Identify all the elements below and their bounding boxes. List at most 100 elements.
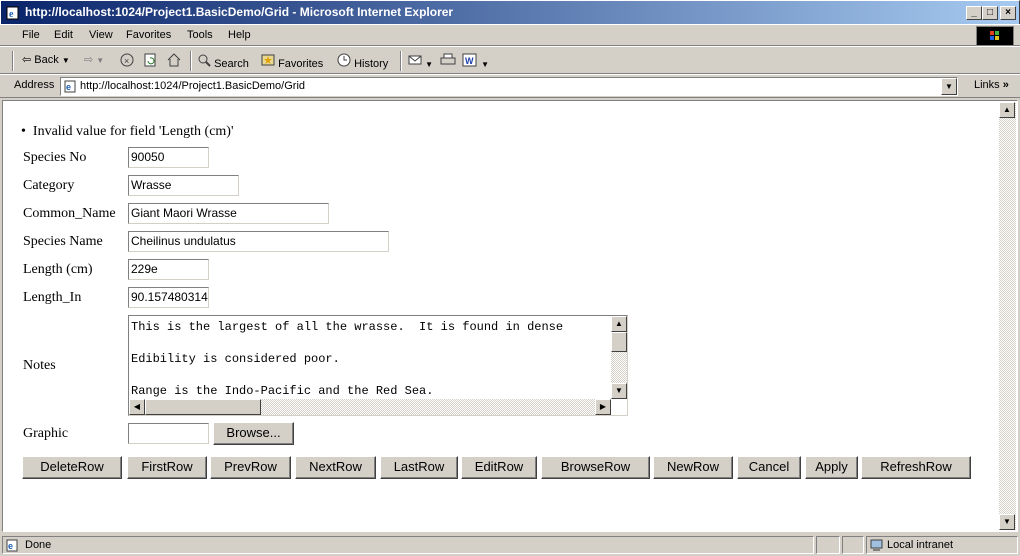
refresh-button[interactable] [143, 53, 157, 70]
scroll-left-button[interactable]: ◀ [129, 399, 145, 415]
scroll-right-button[interactable]: ▶ [595, 399, 611, 415]
close-button[interactable]: × [1000, 6, 1016, 20]
category-input[interactable]: Wrasse [128, 175, 239, 196]
delete-row-button[interactable]: DeleteRow [22, 456, 122, 479]
home-button[interactable] [167, 53, 181, 70]
edit-button[interactable]: W ▼ [462, 53, 489, 70]
zone-text: Local intranet [887, 539, 954, 551]
bullet-icon: • [21, 124, 26, 139]
window-title: http://localhost:1024/Project1.BasicDemo… [25, 5, 454, 19]
history-label: History [354, 58, 389, 70]
page-vertical-scrollbar[interactable]: ▲ ▼ [999, 102, 1016, 530]
svg-text:e: e [66, 82, 71, 92]
browse-button[interactable]: Browse... [213, 422, 294, 445]
species-name-input[interactable]: Cheilinus undulatus [128, 231, 389, 252]
stop-icon: × [120, 53, 134, 67]
chevron-down-icon: ▼ [96, 56, 105, 65]
mail-button[interactable]: ▼ [408, 53, 433, 70]
standard-toolbar: ⇦ Back ▼ ⇨ ▼ × Search Favorites History … [0, 46, 1020, 74]
prev-row-button[interactable]: PrevRow [210, 456, 291, 479]
favorites-label: Favorites [278, 58, 324, 70]
graphic-file-input[interactable] [128, 423, 209, 444]
toolbar-grip [12, 51, 14, 71]
length-cm-input[interactable]: 229e [128, 259, 209, 280]
edit-row-button[interactable]: EditRow [461, 456, 537, 479]
page-content: • Invalid value for field 'Length (cm)' … [2, 100, 1018, 532]
minimize-button[interactable]: _ [966, 6, 982, 20]
species-no-input[interactable]: 90050 [128, 147, 209, 168]
notes-textarea[interactable]: This is the largest of all the wrasse. I… [128, 315, 628, 416]
title-bar: e http://localhost:1024/Project1.BasicDe… [0, 0, 1020, 24]
forward-arrow-icon: ⇨ [84, 54, 94, 66]
ie-page-icon: e [6, 6, 19, 20]
history-clock-icon [337, 53, 351, 67]
back-arrow-icon: ⇦ [22, 54, 32, 66]
category-label: Category [23, 178, 75, 193]
toolbar-separator [400, 51, 402, 71]
back-label: Back [34, 54, 59, 66]
favorites-star-icon [261, 54, 275, 66]
menu-bar: File Edit View Favorites Tools Help [0, 24, 1020, 46]
address-input[interactable]: e http://localhost:1024/Project1.BasicDe… [60, 77, 958, 96]
menu-tools[interactable]: Tools [187, 29, 213, 41]
scroll-thumb[interactable] [611, 332, 627, 352]
menu-view[interactable]: View [89, 29, 113, 41]
page-icon: e [64, 80, 76, 93]
last-row-button[interactable]: LastRow [380, 456, 458, 479]
address-bar: Address e http://localhost:1024/Project1… [0, 74, 1020, 98]
notes-vertical-scrollbar[interactable]: ▲ ▼ [611, 316, 627, 399]
stop-button[interactable]: × [120, 53, 134, 70]
error-message: • Invalid value for field 'Length (cm)' [21, 124, 234, 140]
notes-horizontal-scrollbar[interactable]: ◀ ▶ [129, 399, 611, 415]
toolbar-separator [190, 51, 192, 71]
cancel-button[interactable]: Cancel [737, 456, 801, 479]
status-pane [816, 536, 840, 554]
scroll-up-button[interactable]: ▲ [611, 316, 627, 332]
length-in-input[interactable]: 90.157480314 [128, 287, 209, 308]
status-main-pane: e Done [2, 536, 814, 554]
first-row-button[interactable]: FirstRow [127, 456, 207, 479]
common-name-input[interactable]: Giant Maori Wrasse [128, 203, 329, 224]
common-name-label: Common_Name [23, 206, 116, 221]
refresh-icon [144, 53, 156, 67]
new-row-button[interactable]: NewRow [653, 456, 733, 479]
chevron-down-icon: ▼ [61, 56, 70, 65]
notes-label: Notes [23, 358, 56, 373]
print-button[interactable] [440, 53, 456, 70]
species-no-label: Species No [23, 150, 87, 165]
search-icon [198, 54, 211, 67]
menu-edit[interactable]: Edit [54, 29, 73, 41]
refresh-row-button[interactable]: RefreshRow [861, 456, 971, 479]
scroll-thumb[interactable] [145, 399, 261, 415]
apply-button[interactable]: Apply [805, 456, 858, 479]
printer-icon [440, 53, 456, 65]
forward-button[interactable]: ⇨ ▼ [84, 53, 104, 66]
error-text: Invalid value for field 'Length (cm)' [32, 124, 234, 139]
status-bar: e Done Local intranet [0, 534, 1020, 556]
chevron-right-icon: » [1002, 79, 1009, 91]
search-label: Search [214, 58, 249, 70]
history-button[interactable]: History [337, 53, 388, 70]
scroll-down-button[interactable]: ▼ [999, 514, 1015, 530]
address-dropdown-button[interactable]: ▼ [941, 78, 957, 95]
menu-help[interactable]: Help [228, 29, 251, 41]
menu-favorites[interactable]: Favorites [126, 29, 171, 41]
page-done-icon: e [6, 539, 18, 552]
chevron-down-icon: ▼ [481, 60, 489, 69]
word-edit-icon: W [462, 53, 477, 67]
maximize-button[interactable]: □ [982, 6, 998, 20]
menu-file[interactable]: File [22, 29, 40, 41]
browse-row-button[interactable]: BrowseRow [541, 456, 650, 479]
favorites-button[interactable]: Favorites [261, 53, 323, 70]
back-button[interactable]: ⇦ Back ▼ [22, 53, 70, 66]
scroll-up-button[interactable]: ▲ [999, 102, 1015, 118]
svg-text:e: e [8, 541, 13, 551]
length-cm-label: Length (cm) [23, 262, 93, 277]
scroll-down-button[interactable]: ▼ [611, 383, 627, 399]
search-button[interactable]: Search [197, 53, 249, 70]
next-row-button[interactable]: NextRow [295, 456, 376, 479]
svg-text:W: W [465, 56, 474, 66]
links-button[interactable]: Links » [974, 79, 1009, 91]
links-label: Links [974, 79, 1000, 91]
notes-text: This is the largest of all the wrasse. I… [131, 320, 564, 398]
